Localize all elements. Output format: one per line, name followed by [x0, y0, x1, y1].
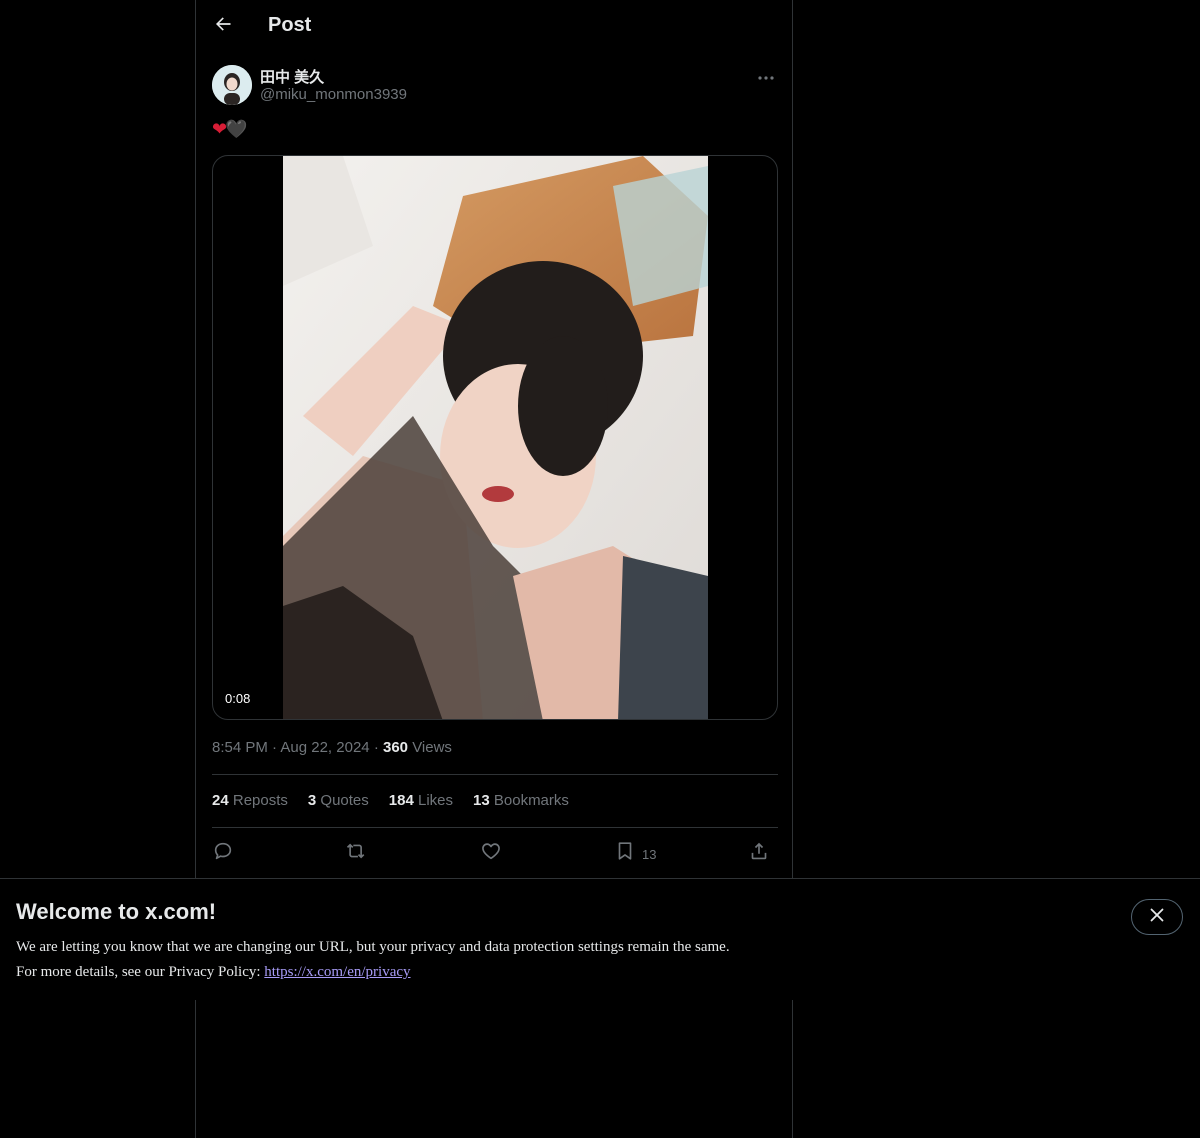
bookmarks-label: Bookmarks — [493, 792, 569, 809]
author-display-name[interactable]: 田中 美久 — [260, 66, 324, 87]
close-banner-button[interactable] — [1131, 899, 1183, 935]
red-heart-emoji: ❤ — [212, 119, 227, 139]
banner-line-1: We are letting you know that we are chan… — [16, 939, 730, 955]
quotes-count: 3 — [307, 792, 317, 809]
reply-icon — [212, 840, 234, 865]
post-time[interactable]: 8:54 PM — [212, 739, 268, 756]
banner-text: We are letting you know that we are chan… — [16, 935, 730, 985]
bookmark-button[interactable]: 13 — [614, 838, 656, 866]
banner-title: Welcome to x.com! — [16, 899, 217, 924]
black-heart-emoji: 🖤 — [225, 119, 247, 139]
meta-separator: · — [272, 739, 278, 756]
heart-icon — [480, 840, 502, 865]
quotes-label: Quotes — [320, 792, 369, 809]
more-horizontal-icon — [758, 67, 774, 85]
share-icon — [748, 840, 770, 865]
bookmarks-count: 13 — [473, 792, 490, 809]
likes-stat[interactable]: 184 Likes — [389, 792, 453, 809]
views-label: Views — [412, 739, 452, 756]
post-date[interactable]: Aug 22, 2024 — [280, 739, 369, 756]
page-title: Post — [268, 14, 312, 36]
privacy-policy-link[interactable]: https://x.com/en/privacy — [264, 964, 410, 980]
divider-2 — [212, 827, 778, 828]
action-bar: 13 — [212, 838, 778, 866]
bookmark-icon — [614, 840, 636, 865]
share-button[interactable] — [748, 838, 770, 866]
video-frame[interactable] — [283, 156, 708, 719]
close-icon — [1150, 908, 1164, 927]
post-text: ❤🖤 — [212, 119, 248, 140]
video-player[interactable]: 0:08 — [212, 155, 778, 720]
more-button[interactable] — [754, 64, 778, 88]
like-button[interactable] — [480, 838, 502, 866]
reposts-stat[interactable]: 24 Reposts — [212, 792, 288, 809]
bookmarks-stat[interactable]: 13 Bookmarks — [473, 792, 569, 809]
bookmark-count: 13 — [642, 846, 657, 862]
arrow-left-icon — [213, 14, 233, 39]
reply-button[interactable] — [212, 838, 234, 866]
divider — [212, 774, 778, 775]
post-meta: 8:54 PM · Aug 22, 2024 · 360 Views — [212, 739, 452, 756]
reposts-label: Reposts — [232, 792, 288, 809]
repost-button[interactable] — [346, 838, 368, 866]
back-button[interactable] — [206, 9, 240, 43]
author-handle[interactable]: @miku_monmon3939 — [260, 86, 407, 103]
video-duration: 0:08 — [221, 690, 255, 707]
welcome-banner: Welcome to x.com! We are letting you kno… — [0, 878, 1200, 1000]
banner-line-2-prefix: For more details, see our Privacy Policy… — [16, 964, 265, 980]
post-author: 田中 美久 @miku_monmon3939 — [212, 64, 778, 106]
avatar[interactable] — [212, 65, 252, 105]
views-count: 360 — [382, 739, 409, 756]
meta-separator-2: · — [373, 739, 379, 756]
banner-line-2: For more details, see our Privacy Policy… — [16, 960, 730, 985]
likes-count: 184 — [388, 792, 414, 809]
repost-icon — [346, 840, 368, 865]
quotes-stat[interactable]: 3 Quotes — [308, 792, 369, 809]
post-stats: 24 Reposts 3 Quotes 184 Likes 13 Bookmar… — [212, 792, 589, 809]
reposts-count: 24 — [212, 792, 229, 809]
post-header: Post — [196, 0, 794, 55]
likes-label: Likes — [417, 792, 454, 809]
